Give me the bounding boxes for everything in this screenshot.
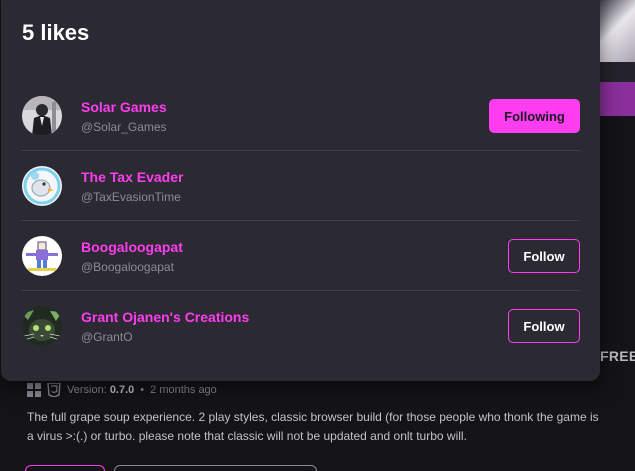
windows-icon bbox=[27, 383, 41, 397]
likes-list: Solar Games @Solar_Games Following The T… bbox=[1, 81, 600, 361]
price-label: FREE bbox=[600, 348, 635, 364]
version-value: 0.7.0 bbox=[109, 384, 135, 396]
following-button[interactable]: Following bbox=[489, 99, 580, 133]
version-info: Version: 0.7.0 bbox=[67, 384, 134, 396]
secondary-button[interactable] bbox=[114, 465, 317, 471]
html5-icon bbox=[47, 382, 61, 398]
user-name-link[interactable]: Grant Ojanen's Creations bbox=[81, 309, 249, 325]
list-item: The Tax Evader @TaxEvasionTime bbox=[21, 151, 580, 221]
follow-button[interactable]: Follow bbox=[508, 239, 580, 273]
user-handle: @Solar_Games bbox=[81, 120, 167, 134]
updated-time: 2 months ago bbox=[150, 384, 217, 396]
version-label: Version: bbox=[67, 384, 107, 396]
list-item: Grant Ojanen's Creations @GrantO Follow bbox=[21, 291, 580, 361]
modal-title: 5 likes bbox=[22, 20, 90, 45]
list-item: Solar Games @Solar_Games Following bbox=[21, 81, 580, 151]
banner-band bbox=[600, 62, 635, 82]
purchase-bar[interactable] bbox=[598, 82, 635, 116]
likes-modal: 5 likes Solar Games @Solar_Games Followi… bbox=[1, 0, 600, 381]
green-cat-avatar-icon[interactable] bbox=[22, 306, 62, 346]
game-description: The full grape soup experience. 2 play s… bbox=[27, 408, 635, 446]
user-name-link[interactable]: The Tax Evader bbox=[81, 169, 183, 185]
user-handle: @TaxEvasionTime bbox=[81, 190, 181, 204]
user-name-link[interactable]: Solar Games bbox=[81, 99, 167, 115]
description-line: a virus >:(.) or turbo. please note that… bbox=[27, 429, 467, 443]
game-meta-row: Version: 0.7.0 • 2 months ago bbox=[27, 381, 217, 399]
user-handle: @Boogaloogapat bbox=[81, 260, 174, 274]
user-name-link[interactable]: Boogaloogapat bbox=[81, 239, 183, 255]
meta-separator: • bbox=[140, 384, 145, 396]
list-item: Boogaloogapat @Boogaloogapat Follow bbox=[21, 221, 580, 291]
game-banner-image bbox=[600, 0, 635, 62]
pixel-character-avatar-icon[interactable] bbox=[22, 236, 62, 276]
play-button[interactable] bbox=[25, 465, 105, 471]
user-handle: @GrantO bbox=[81, 330, 133, 344]
description-line: The full grape soup experience. 2 play s… bbox=[27, 410, 599, 424]
follow-button[interactable]: Follow bbox=[508, 309, 580, 343]
suit-figure-avatar-icon[interactable] bbox=[22, 96, 62, 136]
cartoon-bird-avatar-icon[interactable] bbox=[22, 166, 62, 206]
